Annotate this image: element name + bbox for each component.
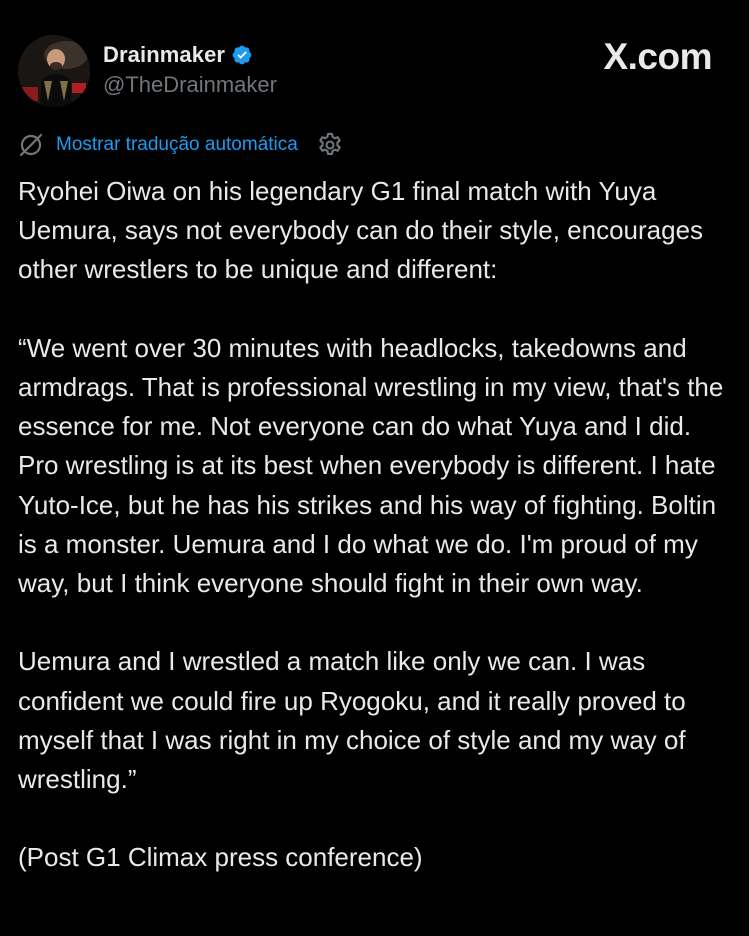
tweet-text: Ryohei Oiwa on his legendary G1 final ma…	[18, 172, 733, 878]
show-translation-link[interactable]: Mostrar tradução automática	[56, 134, 298, 156]
avatar-image	[18, 35, 90, 107]
tweet-card: Drainmaker @TheDrainmaker X.com Mostrar …	[0, 0, 749, 936]
tweet-paragraph: (Post G1 Climax press conference)	[18, 842, 423, 873]
user-handle[interactable]: @TheDrainmaker	[103, 72, 277, 98]
tweet-paragraph: Ryohei Oiwa on his legendary G1 final ma…	[18, 176, 704, 285]
name-row: Drainmaker	[103, 40, 277, 70]
tweet-paragraph: “We went over 30 minutes with headlocks,…	[18, 332, 724, 599]
brand-logo: X.com	[603, 36, 712, 77]
display-name[interactable]: Drainmaker	[103, 42, 225, 68]
verified-badge-icon	[232, 45, 252, 65]
avatar[interactable]	[18, 35, 90, 107]
gear-icon	[319, 132, 341, 156]
user-info: Drainmaker @TheDrainmaker	[103, 40, 277, 98]
tweet-paragraph: Uemura and I wrestled a match like only …	[18, 646, 686, 795]
no-translate-icon	[19, 133, 43, 157]
translate-row: Mostrar tradução automática	[18, 130, 344, 160]
translation-settings-button[interactable]	[316, 131, 344, 159]
